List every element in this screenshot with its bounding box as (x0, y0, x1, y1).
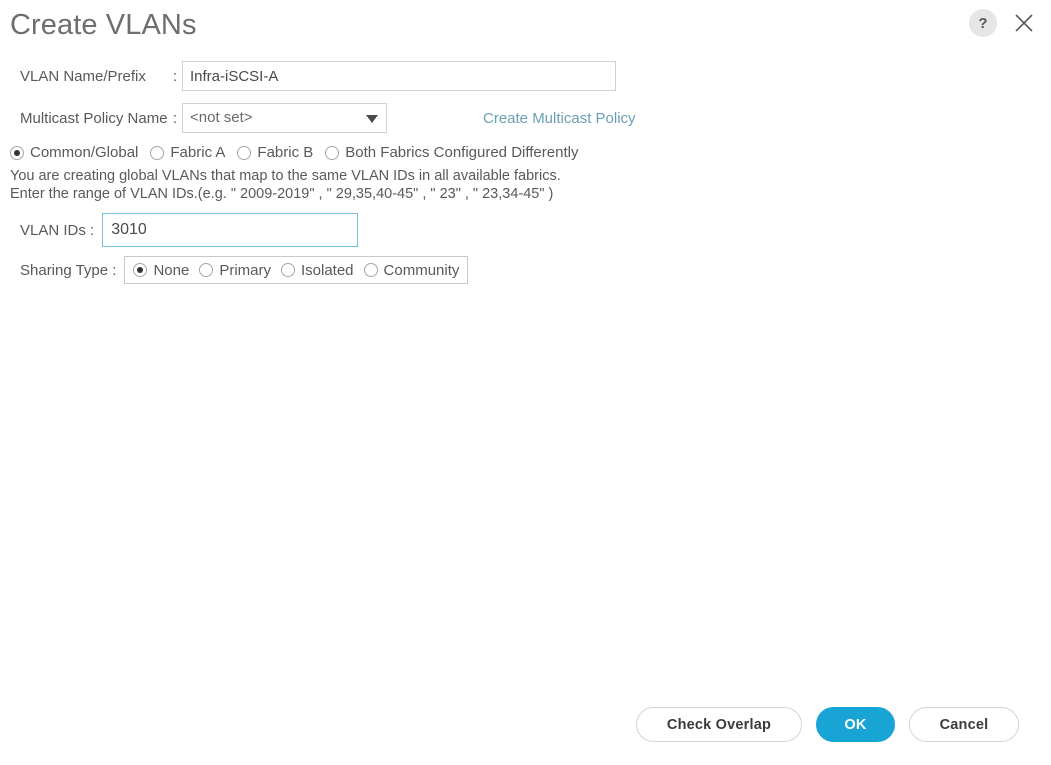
description-line-2: Enter the range of VLAN IDs.(e.g. " 2009… (10, 186, 554, 202)
multicast-policy-row: Multicast Policy Name : <not set> Create… (0, 102, 1051, 134)
sharing-radio-none[interactable]: None (133, 262, 189, 279)
vlan-name-row: VLAN Name/Prefix : (0, 60, 1051, 92)
radio-selected-icon (133, 263, 148, 277)
vlan-ids-row: VLAN IDs : (0, 213, 1051, 247)
radio-unselected-icon (150, 145, 165, 160)
scope-radio-fabric-a[interactable]: Fabric A (150, 144, 225, 161)
sharing-radio-label: None (153, 261, 190, 279)
multicast-policy-label: Multicast Policy Name (20, 109, 168, 127)
vlan-name-input[interactable] (182, 61, 616, 91)
scope-radio-fabric-b[interactable]: Fabric B (237, 144, 313, 161)
scope-radio-label: Both Fabrics Configured Differently (345, 144, 579, 161)
multicast-policy-select[interactable]: <not set> (182, 103, 387, 133)
description-block: You are creating global VLANs that map t… (0, 167, 1051, 203)
sharing-radio-primary[interactable]: Primary (199, 262, 271, 279)
scope-radio-common-global[interactable]: Common/Global (10, 144, 138, 161)
multicast-policy-select-value: <not set> (182, 103, 387, 133)
scope-radio-label: Fabric A (170, 144, 226, 161)
dialog-header: Create VLANs ? (0, 0, 1051, 56)
sharing-radio-isolated[interactable]: Isolated (280, 261, 354, 279)
radio-unselected-icon (199, 263, 214, 277)
scope-radio-both-fabrics[interactable]: Both Fabrics Configured Differently (325, 144, 578, 161)
vlan-name-label: VLAN Name/Prefix (20, 67, 146, 85)
scope-radio-label: Fabric B (257, 144, 314, 161)
radio-selected-icon (10, 145, 24, 160)
page-title: Create VLANs (10, 9, 197, 41)
sharing-radio-label: Primary (219, 261, 271, 279)
multicast-policy-colon: : (172, 109, 178, 127)
radio-unselected-icon (237, 145, 252, 160)
header-actions: ? (969, 9, 1037, 37)
sharing-type-group: None Primary Isolated Community (124, 256, 469, 284)
form-area: VLAN Name/Prefix : Multicast Policy Name… (0, 60, 1051, 285)
sharing-radio-label: Community (383, 261, 460, 279)
sharing-radio-label: Isolated (300, 261, 354, 279)
sharing-type-row: Sharing Type : None Primary Isolated Com… (0, 255, 1051, 285)
create-multicast-policy-link[interactable]: Create Multicast Policy (483, 110, 636, 127)
radio-unselected-icon (280, 263, 295, 277)
ok-button[interactable]: OK (816, 707, 895, 742)
vlan-name-colon: : (172, 67, 178, 85)
help-icon[interactable]: ? (969, 9, 997, 37)
scope-radio-group: Common/Global Fabric A Fabric B Both Fab… (0, 144, 1051, 161)
radio-unselected-icon (325, 145, 340, 160)
vlan-ids-input[interactable] (102, 213, 359, 247)
scope-radio-label: Common/Global (30, 144, 139, 161)
description-line-1: You are creating global VLANs that map t… (10, 168, 561, 184)
dialog-footer: Check Overlap OK Cancel (636, 707, 1019, 742)
vlan-ids-label: VLAN IDs : (20, 221, 95, 239)
sharing-radio-community[interactable]: Community (363, 261, 460, 279)
radio-unselected-icon (363, 263, 378, 277)
sharing-type-label: Sharing Type : (20, 261, 117, 279)
close-icon[interactable] (1011, 10, 1037, 36)
check-overlap-button[interactable]: Check Overlap (636, 707, 802, 742)
cancel-button[interactable]: Cancel (909, 707, 1019, 742)
